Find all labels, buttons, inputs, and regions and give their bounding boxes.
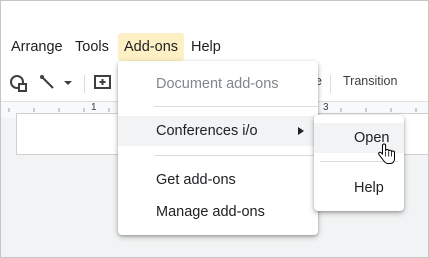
menu-item-get-add-ons[interactable]: Get add-ons [118,165,318,195]
menu-item-manage-add-ons[interactable]: Manage add-ons [118,197,318,227]
transition-button[interactable]: Transition [343,74,397,88]
add-ons-menu: Document add-ons Conferences i/o Get add… [118,61,318,235]
menu-arrange[interactable]: Arrange [5,33,69,61]
ruler-number: 1 [91,102,97,113]
submenu-item-help[interactable]: Help [314,173,404,203]
menu-bar: Arrange Tools Add-ons Help [1,33,428,61]
menu-help[interactable]: Help [185,33,227,61]
menu-tools[interactable]: Tools [69,33,115,61]
menu-separator [154,155,318,156]
hand-cursor-icon [378,143,395,164]
ruler-number: 3 [323,102,329,113]
menu-add-ons[interactable]: Add-ons [118,33,185,61]
toolbar-divider [84,75,85,93]
shape-icon[interactable] [9,73,29,93]
menu-item-label: Conferences i/o [156,123,258,139]
line-icon[interactable] [38,73,58,93]
menu-item-document-add-ons: Document add-ons [156,76,279,92]
menu-item-conferences-io[interactable]: Conferences i/o [118,116,318,146]
chevron-down-icon[interactable] [62,73,74,93]
add-comment-icon[interactable] [93,73,113,93]
toolbar-divider [330,75,331,93]
app-window: Arrange Tools Add-ons Help e Transition [0,0,429,258]
menu-separator [154,106,318,107]
submenu-arrow-icon [298,127,304,135]
